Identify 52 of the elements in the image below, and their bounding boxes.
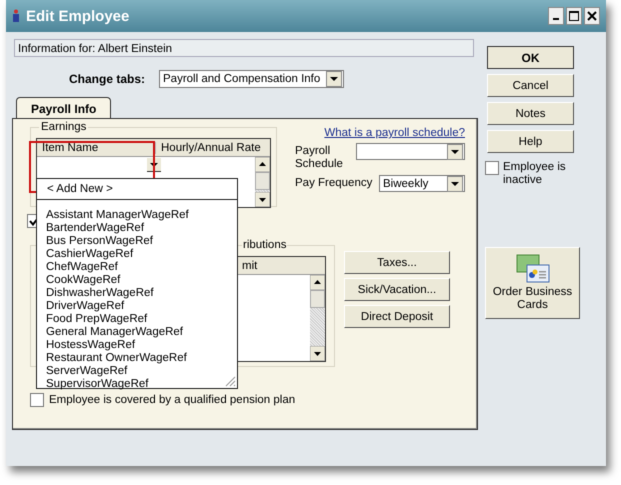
group-label: ributions [242,239,288,251]
maximize-button[interactable] [566,7,582,25]
check-icon [29,216,39,226]
column-header: Item Name [37,142,156,154]
business-cards-icon [516,254,550,284]
field-label: Pay Frequency [295,176,372,190]
checkbox-label: Employee is inactive [503,161,567,187]
pay-frequency-dropdown[interactable]: Biweekly [379,175,465,192]
scroll-bar[interactable] [255,157,270,207]
dialog-button[interactable]: Cancel [487,74,574,97]
payroll-schedule-dropdown[interactable] [356,143,465,160]
close-button[interactable] [584,7,600,25]
maximize-icon [569,11,579,21]
change-tabs-dropdown[interactable]: Payroll and Compensation Info [159,70,344,88]
list-item[interactable]: Assistant ManagerWageRef [46,209,237,222]
list-item[interactable]: ServerWageRef [46,365,237,378]
list-item[interactable]: DriverWageRef [46,300,237,313]
field-label: Payroll Schedule [295,144,344,171]
list-item[interactable]: Bus PersonWageRef [46,235,237,248]
action-button[interactable]: Sick/Vacation... [344,278,450,301]
window-title: Edit Employee [26,8,130,24]
tab[interactable]: Payroll Info [16,97,112,119]
list-item[interactable]: General ManagerWageRef [46,326,237,339]
list-item[interactable]: DishwasherWageRef [46,287,237,300]
action-button[interactable]: Taxes... [344,251,450,274]
group-label: Earnings [39,121,88,133]
list-item[interactable]: Restaurant OwnerWageRef [46,352,237,365]
list-item[interactable]: CookWageRef [46,274,237,287]
resize-grip-icon[interactable] [224,375,236,387]
list-item[interactable]: Food PrepWageRef [46,313,237,326]
order-business-cards-button[interactable]: Order Business Cards [485,247,580,319]
change-tabs-label: Change tabs: [69,72,146,86]
payroll-schedule-link[interactable]: What is a payroll schedule? [295,127,465,139]
dialog-button[interactable]: Notes [487,102,574,125]
minimize-button[interactable] [548,7,564,25]
dialog-button[interactable]: Help [487,130,574,153]
scroll-bar[interactable] [310,275,325,361]
list-item[interactable]: CashierWageRef [46,248,237,261]
dialog-button[interactable]: OK [487,46,574,69]
checkbox-label: Employee is covered by a qualified pension plan [49,394,296,406]
info-field: Information for: Albert Einstein [14,39,474,57]
column-header: Hourly/Annual Rate [160,142,261,154]
checkbox[interactable] [30,393,44,407]
list-item[interactable]: ChefWageRef [46,261,237,274]
column-header: mit [242,260,258,272]
checkbox[interactable] [485,161,499,175]
close-icon [587,11,597,21]
list-item[interactable]: HostessWageRef [46,339,237,352]
list-item[interactable]: BartenderWageRef [46,222,237,235]
figure-icon [12,9,20,23]
action-button[interactable]: Direct Deposit [344,305,450,328]
list-item[interactable]: SupervisorWageRef [46,378,237,391]
